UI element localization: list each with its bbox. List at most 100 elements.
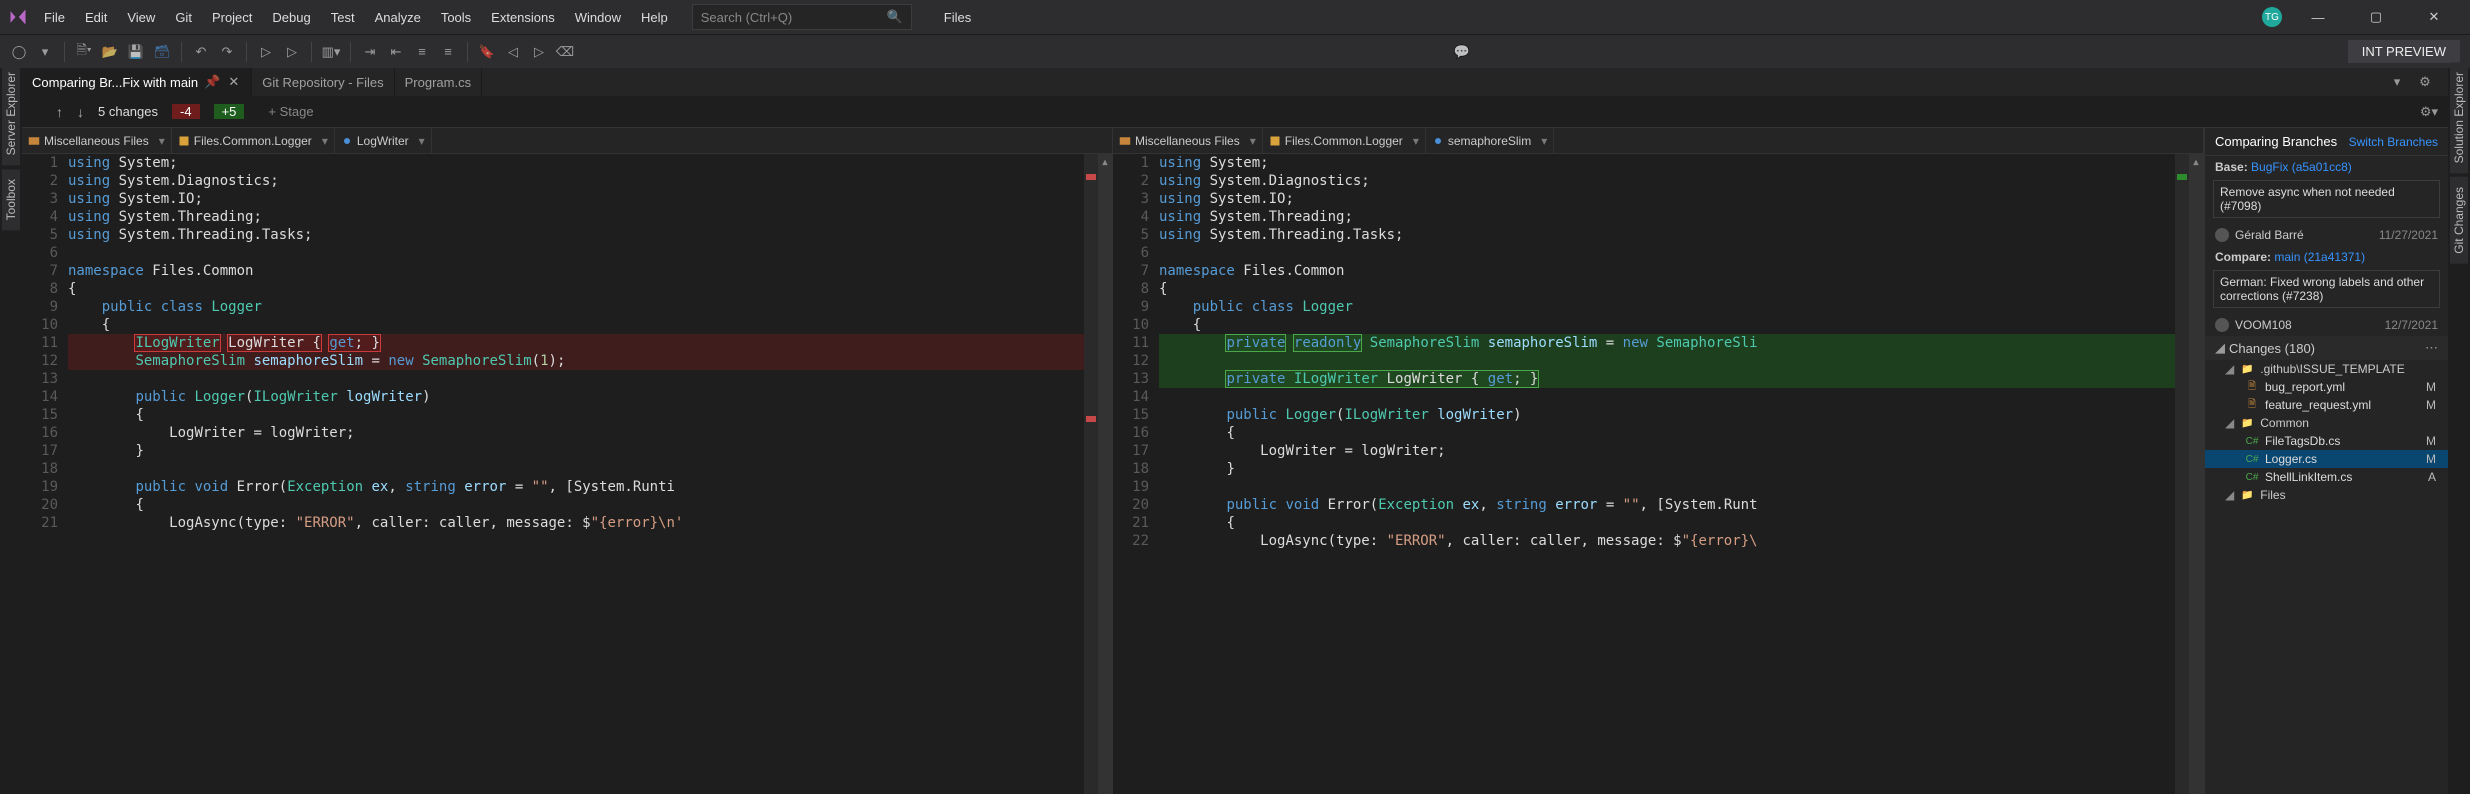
bookmark-clear-icon[interactable]: ⌫: [554, 41, 576, 63]
overview-ruler-left[interactable]: [1084, 154, 1098, 794]
code-line[interactable]: {: [68, 496, 1084, 514]
code-right[interactable]: using System;using System.Diagnostics;us…: [1159, 154, 2175, 794]
code-left[interactable]: using System;using System.Diagnostics;us…: [68, 154, 1084, 794]
menu-help[interactable]: Help: [631, 4, 678, 31]
code-line[interactable]: [1159, 478, 2175, 496]
tab-overflow-icon[interactable]: ▾: [2386, 71, 2408, 93]
code-line[interactable]: [1159, 352, 2175, 370]
code-line[interactable]: using System.IO;: [68, 190, 1084, 208]
nav-back-icon[interactable]: ◯: [8, 41, 30, 63]
code-line[interactable]: [68, 460, 1084, 478]
code-line[interactable]: using System.Threading.Tasks;: [68, 226, 1084, 244]
code-line[interactable]: using System.Threading;: [1159, 208, 2175, 226]
chevron-down-icon[interactable]: ◢: [2225, 362, 2234, 376]
sidetab-server-explorer[interactable]: Server Explorer: [2, 62, 20, 165]
switch-branches-link[interactable]: Switch Branches: [2349, 135, 2438, 149]
bookmark-next-icon[interactable]: ▷: [528, 41, 550, 63]
code-line[interactable]: {: [1159, 316, 2175, 334]
code-line[interactable]: SemaphoreSlim semaphoreSlim = new Semaph…: [68, 352, 1084, 370]
undo-icon[interactable]: ↶: [190, 41, 212, 63]
breadcrumb-segment[interactable]: Files.Common.Logger▾: [172, 128, 335, 153]
tree-file[interactable]: C#Logger.csM: [2205, 450, 2448, 468]
chevron-down-icon[interactable]: ◢: [2215, 340, 2225, 356]
code-line[interactable]: public class Logger: [1159, 298, 2175, 316]
tree-file[interactable]: C#FileTagsDb.csM: [2205, 432, 2448, 450]
breadcrumb-segment[interactable]: semaphoreSlim▾: [1426, 128, 1554, 153]
code-line[interactable]: {: [1159, 424, 2175, 442]
doc-tab[interactable]: Git Repository - Files: [252, 68, 394, 96]
code-line[interactable]: private readonly SemaphoreSlim semaphore…: [1159, 334, 2175, 352]
redo-icon[interactable]: ↷: [216, 41, 238, 63]
chevron-down-icon[interactable]: ▾: [1413, 134, 1419, 148]
preview-badge[interactable]: INT PREVIEW: [2348, 40, 2460, 63]
chevron-down-icon[interactable]: ◢: [2225, 416, 2234, 430]
new-item-icon[interactable]: 🗎▾: [73, 41, 95, 63]
menu-test[interactable]: Test: [321, 4, 365, 31]
code-line[interactable]: }: [1159, 460, 2175, 478]
compare-value[interactable]: main (21a41371): [2274, 250, 2365, 264]
changes-more-icon[interactable]: ⋯: [2425, 340, 2438, 356]
tree-file[interactable]: 🗎feature_request.ymlM: [2205, 396, 2448, 414]
step-icon-3[interactable]: ≡: [411, 41, 433, 63]
search-input[interactable]: Search (Ctrl+Q) 🔍: [692, 4, 912, 30]
code-line[interactable]: using System.IO;: [1159, 190, 2175, 208]
minimize-button[interactable]: ―: [2296, 0, 2340, 34]
step-icon[interactable]: ⇥: [359, 41, 381, 63]
menu-view[interactable]: View: [117, 4, 165, 31]
menu-file[interactable]: File: [34, 4, 75, 31]
code-line[interactable]: public Logger(ILogWriter logWriter): [68, 388, 1084, 406]
menu-debug[interactable]: Debug: [262, 4, 320, 31]
start-icon[interactable]: ▷: [255, 41, 277, 63]
code-line[interactable]: using System.Diagnostics;: [68, 172, 1084, 190]
sidetab-solution-explorer[interactable]: Solution Explorer: [2450, 62, 2468, 173]
menu-extensions[interactable]: Extensions: [481, 4, 565, 31]
menu-window[interactable]: Window: [565, 4, 631, 31]
diff-settings-icon[interactable]: ⚙▾: [2420, 104, 2438, 120]
code-line[interactable]: public void Error(Exception ex, string e…: [68, 478, 1084, 496]
code-line[interactable]: using System;: [68, 154, 1084, 172]
code-line[interactable]: using System.Threading.Tasks;: [1159, 226, 2175, 244]
nav-fwd-icon[interactable]: ▾: [34, 41, 56, 63]
close-window-button[interactable]: ✕: [2412, 0, 2456, 34]
code-line[interactable]: LogAsync(type: "ERROR", caller: caller, …: [1159, 532, 2175, 550]
prev-change-button[interactable]: ↑: [56, 104, 63, 120]
layout-icon[interactable]: ▥▾: [320, 41, 342, 63]
next-change-button[interactable]: ↓: [77, 104, 84, 120]
doc-tab[interactable]: Comparing Br...Fix with main📌✕: [22, 68, 252, 96]
chevron-down-icon[interactable]: ▾: [159, 134, 165, 148]
doc-tab[interactable]: Program.cs: [395, 68, 482, 96]
user-avatar[interactable]: TG: [2262, 7, 2282, 27]
tree-folder[interactable]: ◢📁Common: [2205, 414, 2448, 432]
save-icon[interactable]: 💾: [125, 41, 147, 63]
code-line[interactable]: public void Error(Exception ex, string e…: [1159, 496, 2175, 514]
menu-tools[interactable]: Tools: [431, 4, 481, 31]
step-icon-4[interactable]: ≡: [437, 41, 459, 63]
code-line[interactable]: [68, 244, 1084, 262]
save-all-icon[interactable]: 🗃: [151, 41, 173, 63]
close-tab-icon[interactable]: ✕: [226, 74, 241, 90]
code-line[interactable]: {: [68, 316, 1084, 334]
chevron-down-icon[interactable]: ◢: [2225, 488, 2234, 502]
code-line[interactable]: using System;: [1159, 154, 2175, 172]
breadcrumb-segment[interactable]: Miscellaneous Files▾: [1113, 128, 1263, 153]
menu-edit[interactable]: Edit: [75, 4, 117, 31]
sidetab-git-changes[interactable]: Git Changes: [2450, 177, 2468, 264]
stage-button[interactable]: + Stage: [268, 104, 313, 119]
menu-analyze[interactable]: Analyze: [365, 4, 431, 31]
tree-file[interactable]: C#ShellLinkItem.csA: [2205, 468, 2448, 486]
code-line[interactable]: {: [1159, 280, 2175, 298]
open-icon[interactable]: 📂: [99, 41, 121, 63]
overview-ruler-right[interactable]: [2175, 154, 2189, 794]
breadcrumb-segment[interactable]: LogWriter▾: [335, 128, 432, 153]
tab-settings-icon[interactable]: ⚙: [2414, 71, 2436, 93]
tree-file[interactable]: 🗎bug_report.ymlM: [2205, 378, 2448, 396]
changes-header[interactable]: Changes (180): [2229, 341, 2315, 356]
chevron-down-icon[interactable]: ▾: [419, 134, 425, 148]
code-line[interactable]: using System.Threading;: [68, 208, 1084, 226]
code-line[interactable]: {: [68, 406, 1084, 424]
code-line[interactable]: [68, 370, 1084, 388]
pin-icon[interactable]: 📌: [204, 74, 220, 90]
sidetab-toolbox[interactable]: Toolbox: [2, 169, 20, 230]
breadcrumb-segment[interactable]: Files.Common.Logger▾: [1263, 128, 1426, 153]
breadcrumb-segment[interactable]: Miscellaneous Files▾: [22, 128, 172, 153]
